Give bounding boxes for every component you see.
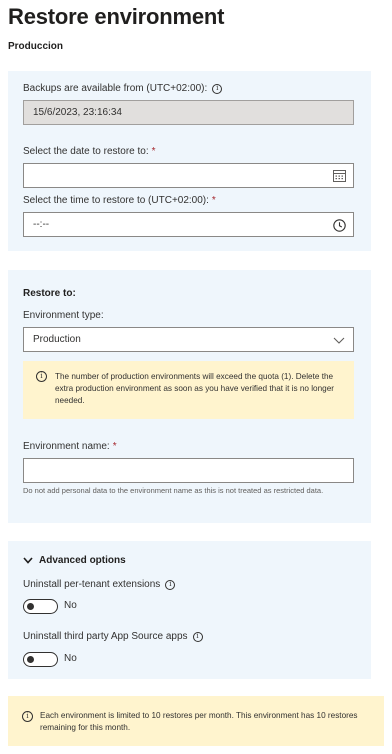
required-mark: *	[112, 441, 117, 452]
info-icon[interactable]: i	[212, 83, 223, 94]
environment-type-dropdown[interactable]: Production	[23, 327, 354, 352]
environment-name-hint: Do not add personal data to the environm…	[23, 486, 324, 495]
calendar-icon[interactable]	[332, 169, 346, 183]
restore-to-panel: Restore to: Environment type: Production…	[8, 270, 371, 523]
backups-available-label: Backups are available from (UTC+02:00): …	[23, 83, 223, 94]
page-title: Restore environment	[8, 4, 225, 29]
info-icon[interactable]: i	[165, 579, 176, 590]
chevron-down-icon	[23, 557, 33, 564]
backups-available-field: 15/6/2023, 23:16:34	[23, 100, 354, 125]
toggle-knob	[27, 656, 34, 663]
uninstall-appsource-state: No	[64, 653, 77, 664]
environment-name-input[interactable]	[23, 458, 354, 483]
toggle-knob	[27, 603, 34, 610]
restore-date-input[interactable]	[23, 163, 354, 188]
restore-to-heading: Restore to:	[23, 288, 76, 299]
clock-icon[interactable]	[332, 218, 346, 232]
environment-type-label: Environment type:	[23, 310, 104, 321]
info-icon: i	[36, 371, 47, 382]
uninstall-extensions-state: No	[64, 600, 77, 611]
environment-subtitle: Produccion	[8, 41, 64, 52]
chevron-down-icon	[332, 333, 346, 347]
restore-limit-text: Each environment is limited to 10 restor…	[40, 711, 358, 732]
uninstall-appsource-toggle[interactable]	[23, 652, 58, 667]
uninstall-extensions-toggle[interactable]	[23, 599, 58, 614]
required-mark: *	[151, 146, 156, 157]
uninstall-appsource-label: Uninstall third party App Source apps i	[23, 631, 203, 642]
advanced-options-panel: Advanced options Uninstall per-tenant ex…	[8, 541, 371, 679]
environment-name-label: Environment name: *	[23, 441, 117, 452]
advanced-options-toggle[interactable]: Advanced options	[23, 555, 126, 566]
restore-time-label: Select the time to restore to (UTC+02:00…	[23, 195, 216, 206]
info-icon: i	[22, 711, 33, 722]
required-mark: *	[211, 195, 216, 206]
restore-limit-notice: i Each environment is limited to 10 rest…	[8, 696, 384, 746]
info-icon[interactable]: i	[192, 631, 203, 642]
quota-warning-text: The number of production environments wi…	[55, 372, 334, 405]
uninstall-extensions-label: Uninstall per-tenant extensions i	[23, 579, 176, 590]
quota-warning: i The number of production environments …	[23, 361, 354, 419]
restore-time-input[interactable]: --:--	[23, 212, 354, 237]
backup-panel: Backups are available from (UTC+02:00): …	[8, 71, 371, 251]
restore-date-label: Select the date to restore to: *	[23, 146, 156, 157]
